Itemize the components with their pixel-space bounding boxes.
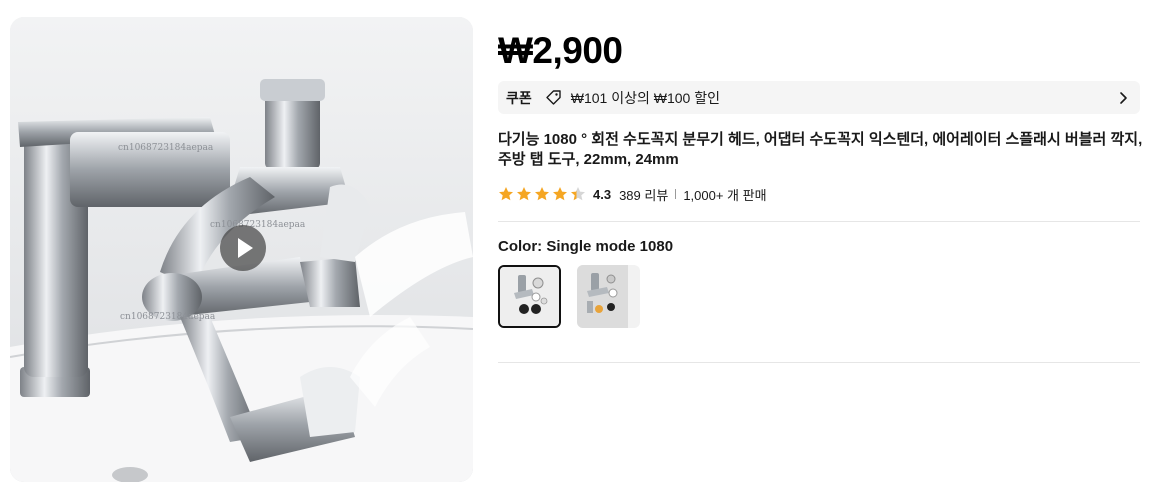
product-title: 다기능 1080 ° 회전 수도꼭지 분무기 헤드, 어댑터 수도꼭지 익스텐더… [498,130,1143,170]
watermark-text: cn1068723184aepaa [118,143,214,153]
color-swatch-selected[interactable] [498,265,561,328]
color-swatch[interactable] [577,265,640,328]
watermark-text: cn1068723184aepaa [120,312,216,322]
product-title-line: 주방 탭 도구, 22mm, 24mm [498,151,679,168]
rating-row[interactable]: 4.3 389 리뷰 1,000+ 개 판매 [498,185,767,203]
swatch-image [500,267,559,326]
star-icon [499,187,513,201]
star-rating [498,186,586,202]
product-image[interactable]: cn1068723184aepaa cn1068723184aepaa cn10… [10,17,473,482]
divider [498,221,1140,222]
star-icon [535,187,549,201]
rating-value: 4.3 [593,186,612,202]
price: ₩2,900 [498,30,623,71]
half-star-icon [571,187,585,201]
video-play-button[interactable] [220,225,266,271]
watermark-text: cn1068723184aepaa [210,220,306,230]
swatch-image [577,265,628,328]
star-icon [553,187,567,201]
chevron-right-icon[interactable] [1116,91,1130,105]
tag-icon [545,89,562,106]
separator [675,189,677,199]
color-label: Color: Single mode 1080 [498,238,674,255]
star-icon [517,187,531,201]
divider [498,362,1140,363]
coupon-text: ₩101 이상의 ₩100 할인 [570,89,720,106]
coupon-label: 쿠폰 [506,89,532,106]
review-count[interactable]: 389 리뷰 [619,185,668,204]
coupon-bar[interactable]: 쿠폰 ₩101 이상의 ₩100 할인 [498,81,1140,114]
color-swatches [498,265,640,328]
sold-count: 1,000+ 개 판매 [683,187,767,203]
play-icon [238,238,253,258]
product-title-line: 다기능 1080 ° 회전 수도꼭지 분무기 헤드, 어댑터 수도꼭지 익스텐더… [498,131,1143,148]
